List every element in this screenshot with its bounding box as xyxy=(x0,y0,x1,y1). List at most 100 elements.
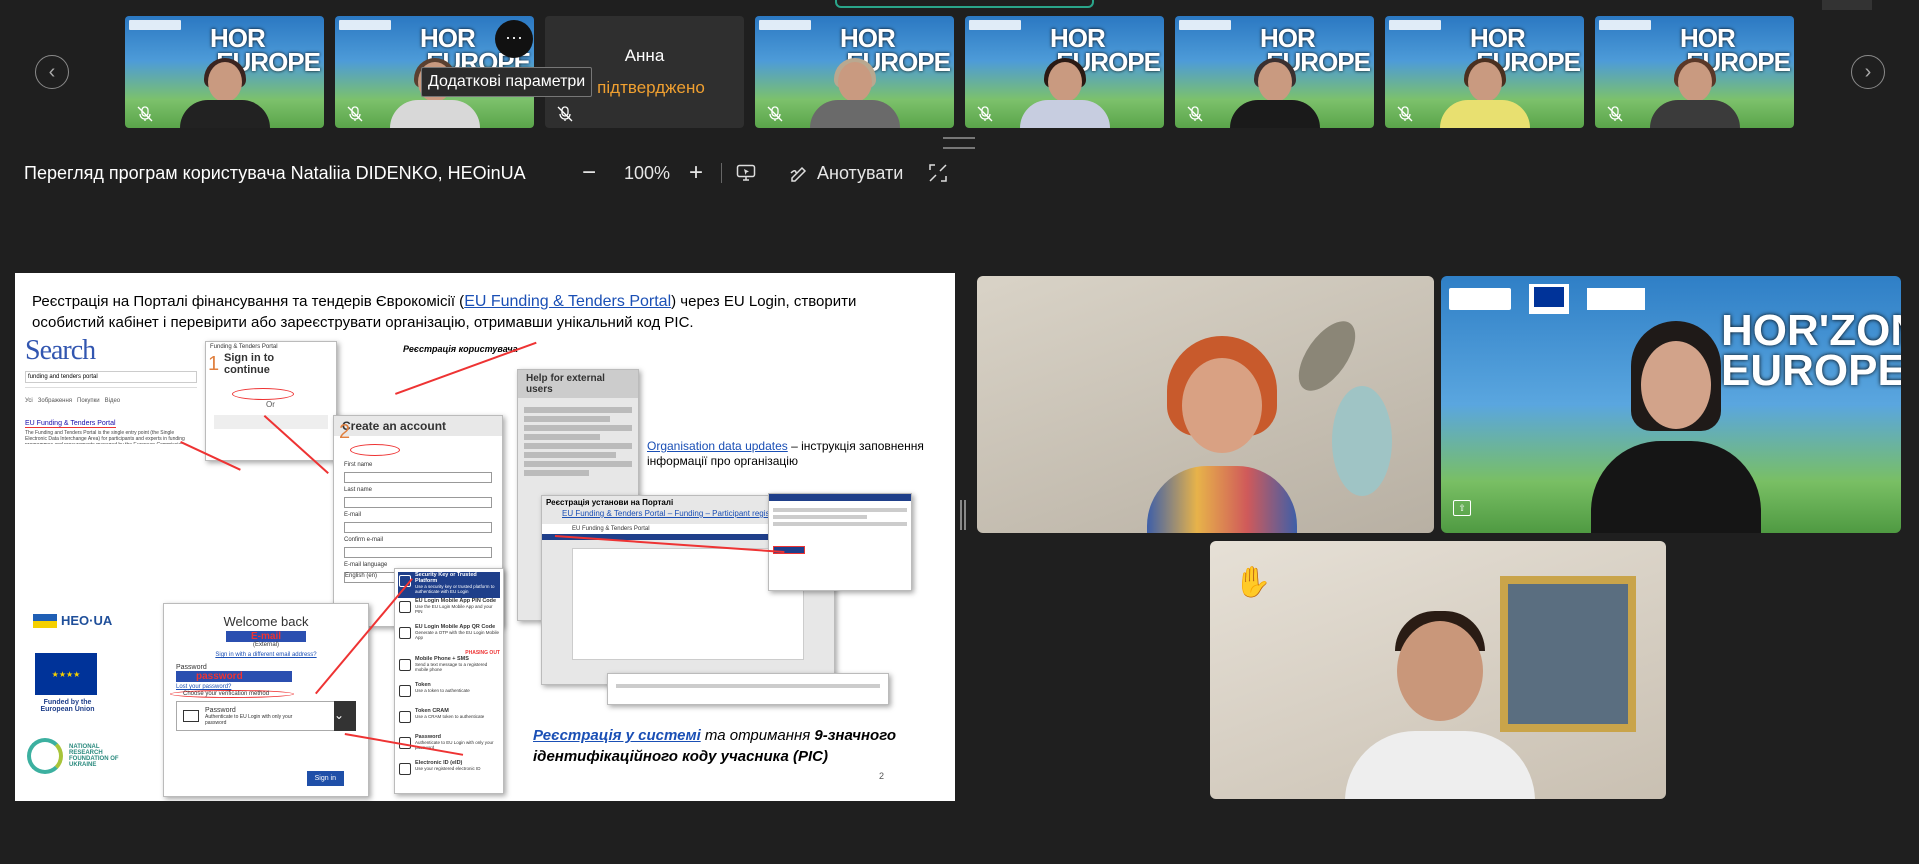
registration-label: Реєстрація користувача xyxy=(403,344,518,354)
drag-handle[interactable] xyxy=(943,137,975,149)
heo-ua-logo: HEO·UA xyxy=(33,613,112,628)
participant-video xyxy=(1019,58,1110,128)
mic-off-icon xyxy=(1607,106,1623,122)
registration-link[interactable]: Реєстрація у системі xyxy=(533,727,701,744)
pin-icon[interactable]: ⇧ xyxy=(1453,500,1471,516)
zoom-in-button[interactable]: + xyxy=(689,158,703,188)
verification-method-desc: Use the EU Login Mobile App and your PIN xyxy=(415,604,493,614)
participant-video xyxy=(1229,58,1320,128)
participant-video xyxy=(179,58,270,128)
verification-method-desc: Use a security key or trusted platform t… xyxy=(415,584,495,594)
divider xyxy=(721,158,722,188)
org-data-link[interactable]: Organisation data updates xyxy=(647,439,788,453)
participant-thumbnail[interactable]: HOR EUROPE xyxy=(1175,16,1374,128)
heo-logo xyxy=(969,20,1021,30)
participant-thumbnail[interactable]: HOR EUROPE xyxy=(1385,16,1584,128)
verification-method-item: Mobile Phone + SMS Send a text message to… xyxy=(398,656,500,682)
zoom-out-button[interactable]: − xyxy=(582,158,596,188)
funded-by-text: Funded by the European Union xyxy=(40,699,95,713)
form-field-label: Last name xyxy=(344,487,373,493)
verification-method-icon xyxy=(399,627,411,639)
bottom-caption: Реєстрація у системі та отримання 9-знач… xyxy=(533,727,897,765)
participant-thumbnail[interactable]: HOR EUROPE xyxy=(1595,16,1794,128)
verification-method-desc: Use your registered electronic ID xyxy=(415,766,481,771)
participant-video xyxy=(1439,58,1530,128)
verification-method-item: Token Use a token to authenticate xyxy=(398,682,500,708)
mic-off-icon xyxy=(977,106,993,122)
search-result-link[interactable]: EU Funding & Tenders Portal xyxy=(25,420,116,428)
more-options-tooltip: Додаткові параметри xyxy=(421,67,593,97)
window-corner-button[interactable] xyxy=(1822,0,1872,10)
participant-video xyxy=(1649,58,1740,128)
heo-logo xyxy=(1179,20,1231,30)
prev-participants-button[interactable]: ‹ xyxy=(35,55,69,89)
sign-in-button-mini xyxy=(232,388,294,400)
video-tile-speaker-3[interactable]: ✋ xyxy=(1210,541,1666,799)
annotate-icon xyxy=(790,166,807,182)
verification-method-item: Token CRAM Use a CRAM token to authentica… xyxy=(398,708,500,734)
eu-flag: ★★★★ xyxy=(35,653,97,695)
more-options-button[interactable]: ··· xyxy=(495,20,533,58)
participant-register-detail xyxy=(768,493,912,591)
search-screenshot: Search funding and tenders portal Усі Зо… xyxy=(25,335,197,467)
annotate-button[interactable]: Анотувати xyxy=(789,158,903,188)
zoom-level: 100% xyxy=(624,162,671,183)
next-participants-button[interactable]: › xyxy=(1851,55,1885,89)
heo-logo xyxy=(1389,20,1441,30)
slide-title: Реєстрація на Порталі фінансування та те… xyxy=(32,293,857,331)
sign-in-button[interactable]: Sign in xyxy=(306,771,344,786)
video-tile-speaker-2[interactable]: HOR'ZON EUROPE ⇧ xyxy=(1441,276,1901,533)
mic-off-icon xyxy=(137,106,153,122)
panel-splitter[interactable] xyxy=(960,500,966,530)
participant-thumbnail[interactable]: HOR EUROPE xyxy=(965,16,1164,128)
mic-off-icon xyxy=(557,106,573,122)
form-field-input xyxy=(344,472,492,483)
verification-method-item: EU Login Mobile App QR Code Generate a OT… xyxy=(398,624,500,650)
verification-method-item: EU Login Mobile App PIN Code Use the EU L… xyxy=(398,598,500,624)
eu-portal-link[interactable]: EU Funding & Tenders Portal xyxy=(464,293,671,310)
step-2: 2 xyxy=(339,421,351,443)
nrf-logo: NATIONAL RESEARCH FOUNDATION OF UKRAINE xyxy=(27,738,131,774)
verification-method-desc: Generate a OTP with the EU Login Mobile … xyxy=(415,630,499,640)
heo-logo xyxy=(1599,20,1651,30)
step-1: 1 xyxy=(208,353,220,375)
participant-video xyxy=(1147,336,1297,533)
fullscreen-icon[interactable] xyxy=(929,158,947,188)
search-logo: Search xyxy=(25,335,96,366)
form-field-label: Confirm e-mail xyxy=(344,537,384,543)
mic-off-icon xyxy=(1397,106,1413,122)
screen-share-title: Перегляд програм користувача Nataliia DI… xyxy=(24,162,526,183)
verification-method-item: Password Authenticate to EU Login with on… xyxy=(398,734,500,760)
request-control-icon[interactable] xyxy=(736,158,756,188)
org-note: Organisation data updates – інструкція з… xyxy=(647,439,924,468)
participant-status: е підтверджено xyxy=(583,78,705,97)
wall-plate xyxy=(1332,386,1392,496)
form-field-input xyxy=(344,497,492,508)
heo-logo xyxy=(129,20,181,30)
verification-method-desc: Send a text message to a registered mobi… xyxy=(415,662,488,672)
annotate-label: Анотувати xyxy=(817,162,904,183)
mic-off-icon xyxy=(347,106,363,122)
participant-video xyxy=(1345,611,1535,799)
heo-logo xyxy=(1449,288,1511,310)
participant-video xyxy=(809,58,900,128)
welcome-back-card: Welcome back E-mail (External) Sign in w… xyxy=(163,603,369,797)
form-field-input xyxy=(344,547,492,558)
participant-thumbnail[interactable]: HOR EUROPE xyxy=(125,16,324,128)
partner-logo xyxy=(1587,288,1645,310)
search-result-text: The Funding and Tenders Portal is the si… xyxy=(25,430,185,444)
video-tile-speaker-1[interactable] xyxy=(977,276,1434,533)
raised-hand-icon: ✋ xyxy=(1234,566,1272,599)
participant-thumbnail[interactable]: HOR EUROPE xyxy=(755,16,954,128)
form-field-label: First name xyxy=(344,462,373,468)
verification-methods-card: Security Key or Trusted Platform Use a se… xyxy=(394,568,504,794)
form-field-label: E-mail xyxy=(344,512,362,518)
methods-list: Security Key or Trusted Platform Use a se… xyxy=(398,572,500,786)
sign-in-card: Funding & Tenders Portal Sign in to cont… xyxy=(205,341,337,461)
verification-method-icon xyxy=(399,601,411,613)
heo-logo xyxy=(759,20,811,30)
chevron-down-icon[interactable]: ⌄ xyxy=(334,701,356,731)
verification-method-desc: Use a CRAM token to authenticate xyxy=(415,714,485,719)
verification-method-item: Electronic ID (eID) Use your registered e… xyxy=(398,760,500,786)
verification-method-desc: Use a token to authenticate xyxy=(415,688,470,693)
